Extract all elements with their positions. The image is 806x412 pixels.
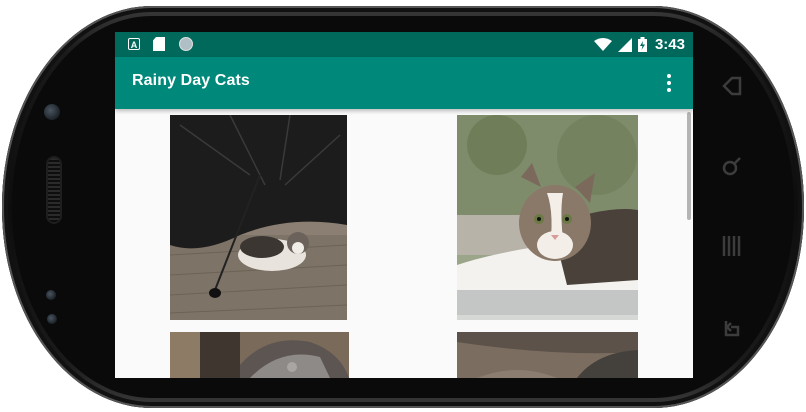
- status-time: 3:43: [654, 36, 685, 53]
- front-camera-icon: [44, 104, 60, 120]
- scrollbar[interactable]: [687, 112, 691, 220]
- proximity-sensor-icon: [46, 290, 56, 300]
- status-bar-right: 3:43: [593, 32, 685, 57]
- keyboard-a-icon: A: [128, 38, 140, 50]
- earpiece-speaker: [48, 158, 60, 222]
- cat-photo-partial-4[interactable]: [457, 332, 638, 378]
- cat-under-umbrella-photo[interactable]: [170, 115, 347, 320]
- light-sensor-icon: [47, 314, 57, 324]
- cat-photo-grid: [115, 109, 693, 378]
- back-key-icon[interactable]: [718, 72, 746, 100]
- cellular-signal-icon: [617, 37, 632, 52]
- cat-on-windowsill-photo[interactable]: [457, 115, 638, 320]
- wifi-icon: [593, 37, 612, 51]
- cat-photo-partial-3[interactable]: [170, 332, 349, 378]
- device-screen: A 3:43 Rainy Day Cats: [115, 32, 693, 378]
- status-bar: A 3:43: [115, 32, 693, 57]
- app-bar: Rainy Day Cats: [115, 57, 693, 109]
- search-key-icon[interactable]: [718, 152, 746, 180]
- home-key-icon[interactable]: [718, 313, 746, 341]
- more-vert-icon[interactable]: [655, 69, 683, 97]
- sd-card-icon: [153, 37, 165, 51]
- menu-key-icon[interactable]: [718, 232, 746, 260]
- app-title: Rainy Day Cats: [132, 72, 250, 89]
- battery-charging-icon: [637, 37, 647, 52]
- device-stage: A 3:43 Rainy Day Cats: [0, 0, 806, 412]
- sync-circle-icon: [179, 37, 193, 51]
